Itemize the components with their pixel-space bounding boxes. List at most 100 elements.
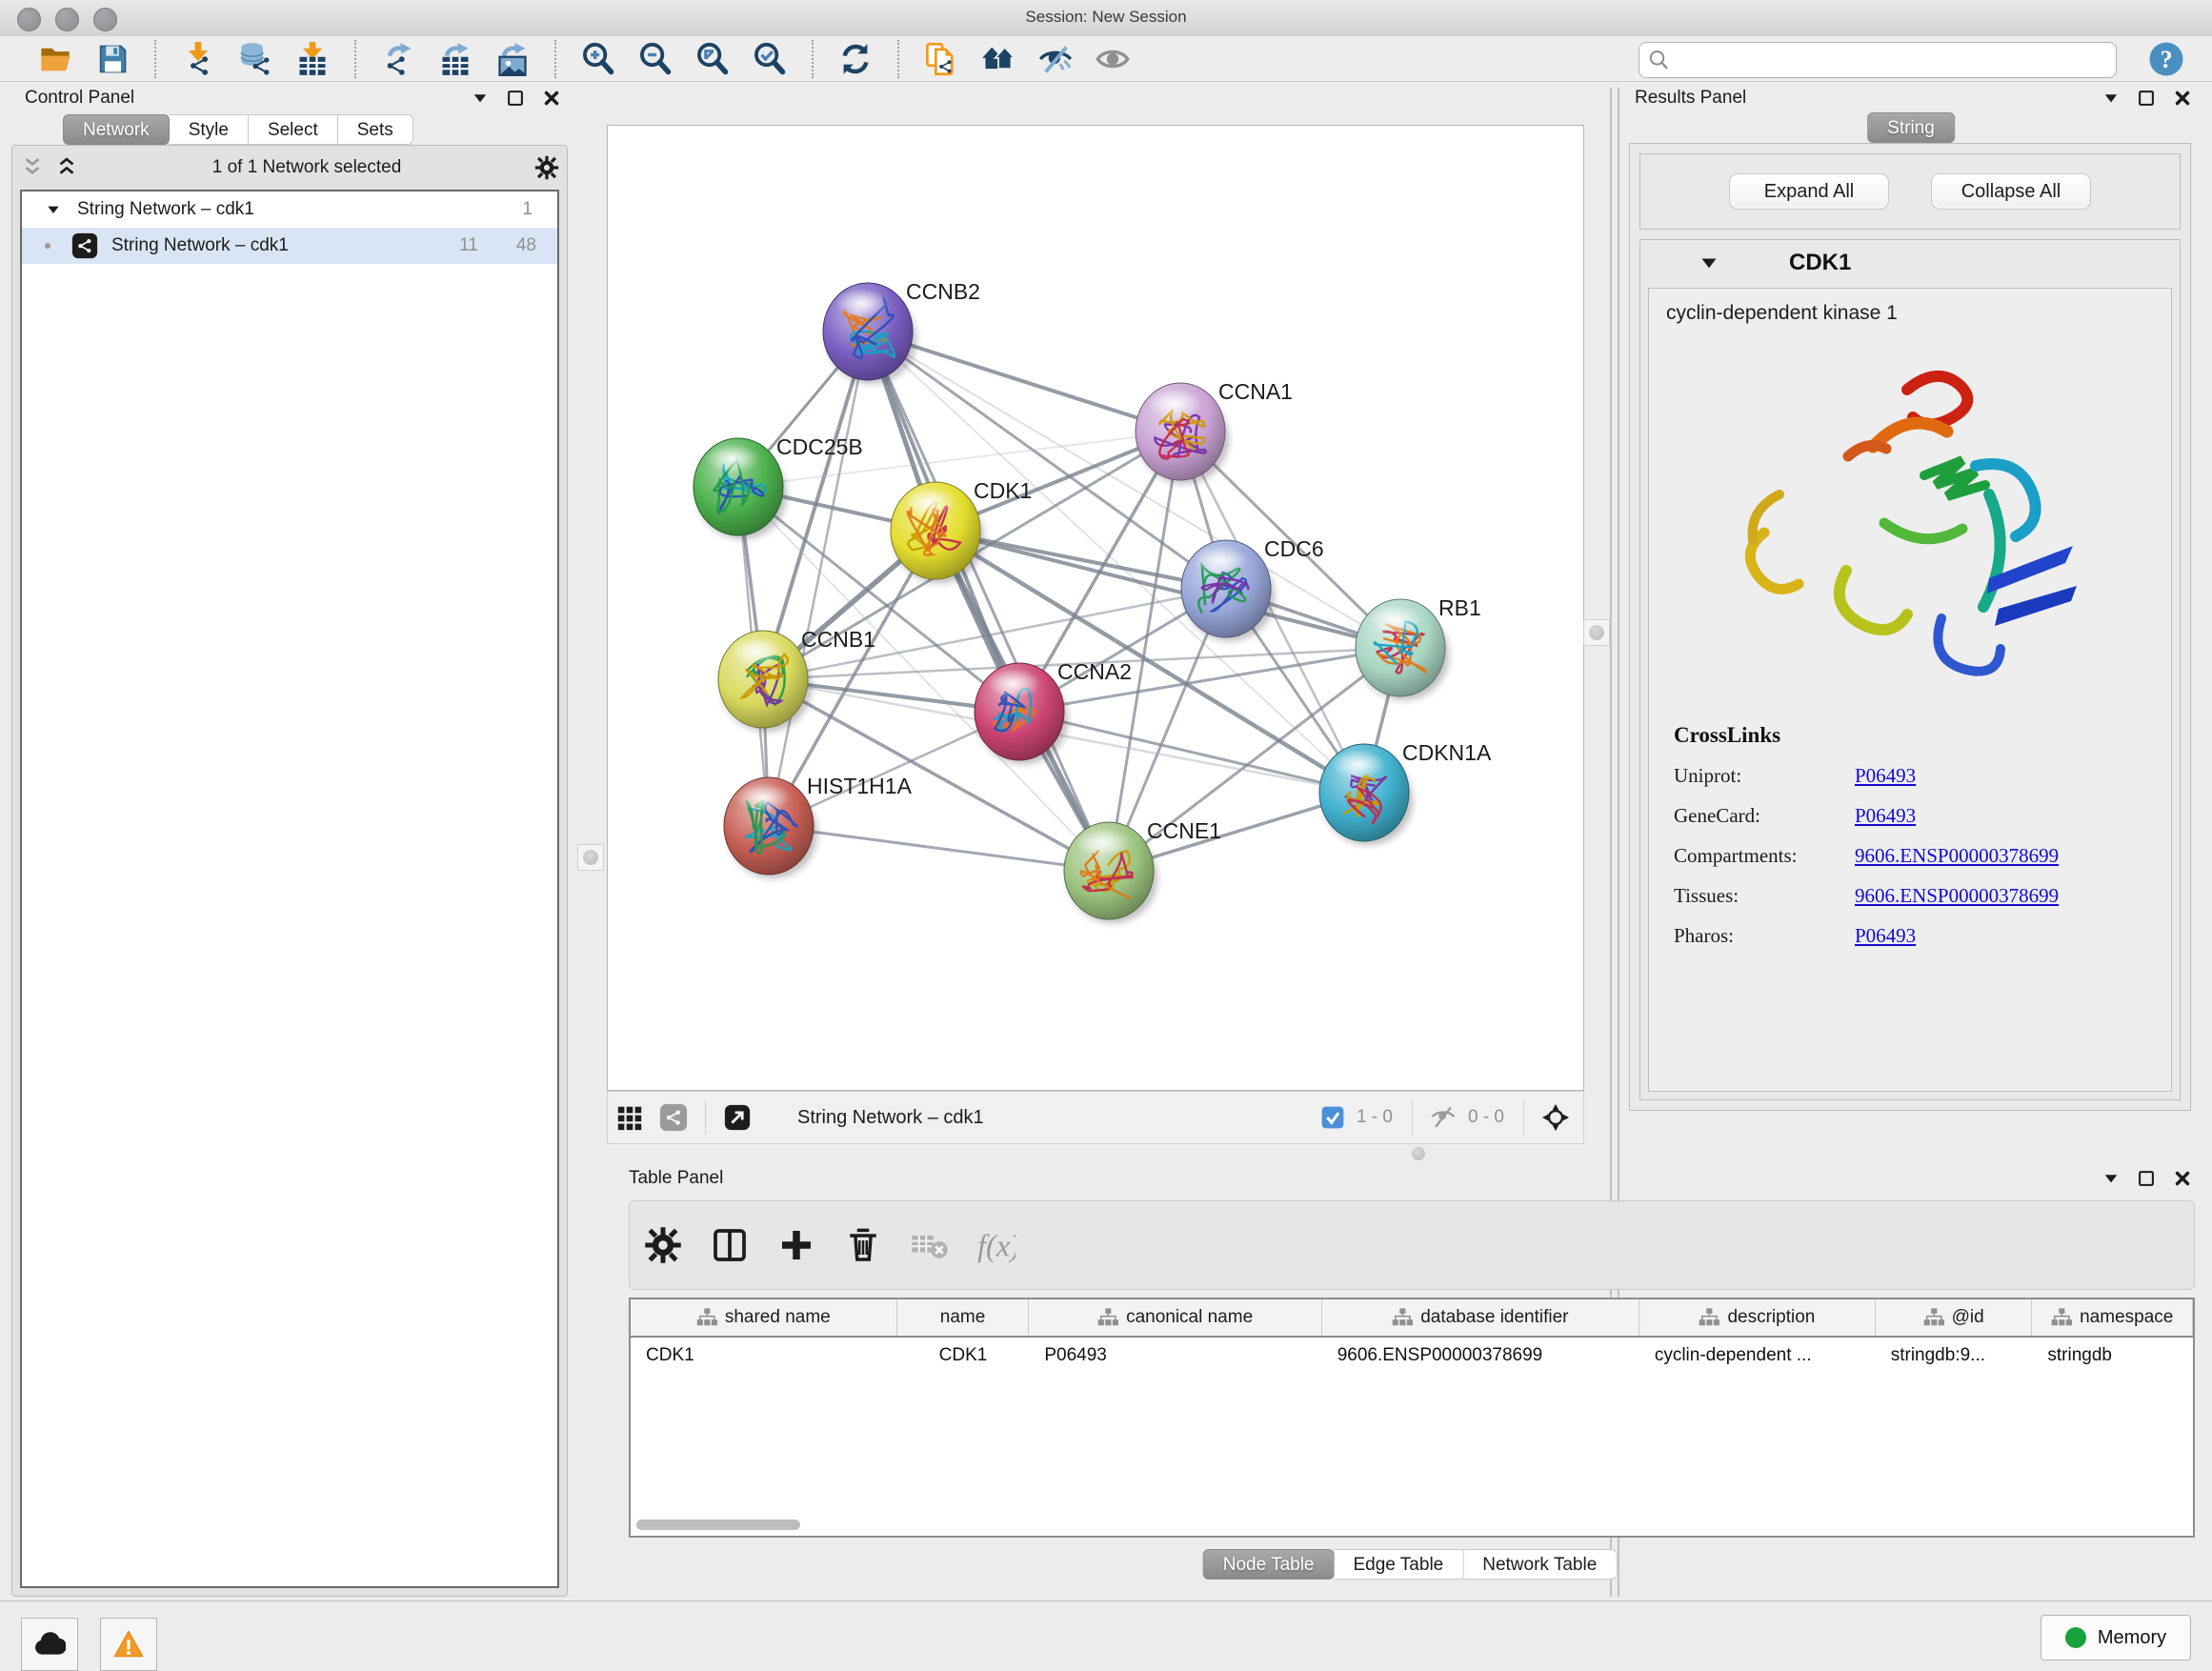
gear-icon[interactable] xyxy=(534,155,559,180)
tab-cp-sets[interactable]: Sets xyxy=(338,114,413,145)
expand-all-button[interactable]: Expand All xyxy=(1729,173,1889,210)
network-node-cdkn1a[interactable]: CDKN1A xyxy=(1319,740,1492,845)
new-network-from-selection-button[interactable] xyxy=(924,42,958,76)
export-image-button[interactable] xyxy=(495,42,530,76)
warning-icon xyxy=(112,1628,145,1661)
tab-string[interactable]: String xyxy=(1867,112,1955,143)
import-network-database-button[interactable] xyxy=(238,42,272,76)
collapse-all-icon[interactable] xyxy=(20,155,45,180)
results-panel-menu-icon[interactable] xyxy=(2101,89,2121,108)
tree-expander-icon[interactable] xyxy=(45,201,62,218)
crosslink-link[interactable]: P06493 xyxy=(1855,804,1916,828)
plus-icon[interactable] xyxy=(777,1226,815,1264)
table-horizontal-scrollbar[interactable] xyxy=(636,1520,800,1530)
network-node-ccna2[interactable]: CCNA2 xyxy=(975,659,1132,764)
table-panel-menu-icon[interactable] xyxy=(2101,1169,2121,1188)
tab-cp-style[interactable]: Style xyxy=(170,114,249,145)
crosslink-link[interactable]: P06493 xyxy=(1855,924,1916,948)
network-node-hist1h1a[interactable]: HIST1H1A xyxy=(724,774,913,878)
memory-status-dot xyxy=(2065,1627,2086,1648)
export-network-button[interactable] xyxy=(381,42,415,76)
table-cell[interactable]: CDK1 xyxy=(631,1345,897,1366)
column-header-databaseidentifier[interactable]: database identifier xyxy=(1322,1299,1639,1336)
column-header-canonicalname[interactable]: canonical name xyxy=(1029,1299,1321,1336)
hidden-eye-icon xyxy=(1430,1104,1457,1131)
control-panel-menu-icon[interactable] xyxy=(471,89,490,108)
network-edge[interactable] xyxy=(1019,712,1364,793)
table-cell[interactable]: stringdb xyxy=(2032,1345,2193,1366)
network-manager-toolbar: 1 of 1 Network selected xyxy=(20,151,559,184)
toolbar-separator xyxy=(154,40,156,78)
network-canvas[interactable]: CCNB2 CCNA1 CDC25B CDK1 CDC6 xyxy=(607,125,1584,1091)
hide-selection-button[interactable] xyxy=(1038,42,1073,76)
table-row[interactable]: CDK1CDK1P064939606.ENSP00000378699cyclin… xyxy=(631,1338,2193,1374)
expand-all-icon[interactable] xyxy=(54,155,79,180)
tab-table-node-table[interactable]: Node Table xyxy=(1203,1549,1335,1580)
table-cell[interactable]: 9606.ENSP00000378699 xyxy=(1322,1345,1639,1366)
column-header-name[interactable]: name xyxy=(897,1299,1030,1336)
detach-view-icon[interactable] xyxy=(723,1103,752,1132)
table-cell[interactable]: stringdb:9... xyxy=(1876,1345,2033,1366)
import-network-file-button[interactable] xyxy=(181,42,215,76)
first-neighbors-button[interactable] xyxy=(981,42,1016,76)
zoom-in-button[interactable] xyxy=(581,42,615,76)
collapse-all-button[interactable]: Collapse All xyxy=(1931,173,2091,210)
network-tree-row[interactable]: String Network – cdk11148 xyxy=(22,228,557,264)
memory-button[interactable]: Memory xyxy=(2041,1615,2191,1661)
network-node-rb1[interactable]: RB1 xyxy=(1356,595,1481,700)
network-node-ccnb2[interactable]: CCNB2 xyxy=(823,279,980,384)
network-node-ccna1[interactable]: CCNA1 xyxy=(1136,379,1293,484)
node-label: CCNA2 xyxy=(1057,659,1132,684)
right-splitter-grip[interactable] xyxy=(1583,619,1610,646)
table-panel-float-icon[interactable] xyxy=(2136,1168,2157,1189)
columns-icon[interactable] xyxy=(711,1226,749,1264)
left-splitter-grip[interactable] xyxy=(577,844,604,871)
results-panel-close-icon[interactable] xyxy=(2172,88,2193,109)
network-tree-row[interactable]: String Network – cdk11 xyxy=(22,191,557,228)
table-cell[interactable]: cyclin-dependent ... xyxy=(1639,1345,1876,1366)
tab-table-network-table[interactable]: Network Table xyxy=(1463,1549,1617,1580)
tab-table-edge-table[interactable]: Edge Table xyxy=(1335,1549,1464,1580)
network-edge[interactable] xyxy=(769,826,1109,871)
table-cell[interactable]: P06493 xyxy=(1029,1345,1321,1366)
apply-preferred-layout-button[interactable] xyxy=(838,42,873,76)
control-panel-float-icon[interactable] xyxy=(505,88,526,109)
bottom-splitter-grip[interactable] xyxy=(1408,1146,1429,1161)
show-all-button[interactable] xyxy=(1096,42,1130,76)
zoom-out-button[interactable] xyxy=(638,42,673,76)
table-cell[interactable]: CDK1 xyxy=(897,1345,1030,1366)
zoom-selected-button[interactable] xyxy=(753,42,787,76)
column-header-id[interactable]: @id xyxy=(1876,1299,2033,1336)
crosslink-link[interactable]: 9606.ENSP00000378699 xyxy=(1855,884,2059,908)
trash-icon[interactable] xyxy=(844,1226,882,1264)
table-panel-close-icon[interactable] xyxy=(2172,1168,2193,1189)
control-panel-close-icon[interactable] xyxy=(541,88,562,109)
collapse-gene-icon[interactable] xyxy=(1698,252,1720,274)
column-header-namespace[interactable]: namespace xyxy=(2032,1299,2193,1336)
tab-cp-select[interactable]: Select xyxy=(249,114,338,145)
save-session-button[interactable] xyxy=(95,42,130,76)
network-view-icon[interactable] xyxy=(659,1103,688,1132)
export-table-button[interactable] xyxy=(438,42,473,76)
zoom-fit-button[interactable] xyxy=(695,42,730,76)
results-panel-float-icon[interactable] xyxy=(2136,88,2157,109)
crosslink-link[interactable]: P06493 xyxy=(1855,764,1916,788)
network-node-ccne1[interactable]: CCNE1 xyxy=(1064,818,1221,923)
tree-column-icon xyxy=(1923,1307,1944,1328)
column-header-sharedname[interactable]: shared name xyxy=(631,1299,897,1336)
grid-view-icon[interactable] xyxy=(615,1103,644,1132)
import-table-file-button[interactable] xyxy=(295,42,330,76)
search-input[interactable] xyxy=(1670,46,2116,74)
open-session-button[interactable] xyxy=(38,42,72,76)
help-button[interactable]: ? xyxy=(2147,40,2185,78)
selected-checkbox-icon[interactable] xyxy=(1320,1105,1345,1130)
birdseye-toggle-icon[interactable] xyxy=(1541,1103,1570,1132)
node-label: HIST1H1A xyxy=(807,774,913,798)
warning-status-button[interactable] xyxy=(100,1618,157,1671)
gene-details: cyclin-dependent kinase 1 CrossLinks Uni… xyxy=(1648,288,2172,1092)
tab-cp-network[interactable]: Network xyxy=(63,114,170,145)
gear-icon[interactable] xyxy=(644,1226,682,1264)
cloud-status-button[interactable] xyxy=(21,1618,78,1671)
crosslink-link[interactable]: 9606.ENSP00000378699 xyxy=(1855,844,2059,868)
column-header-description[interactable]: description xyxy=(1639,1299,1876,1336)
